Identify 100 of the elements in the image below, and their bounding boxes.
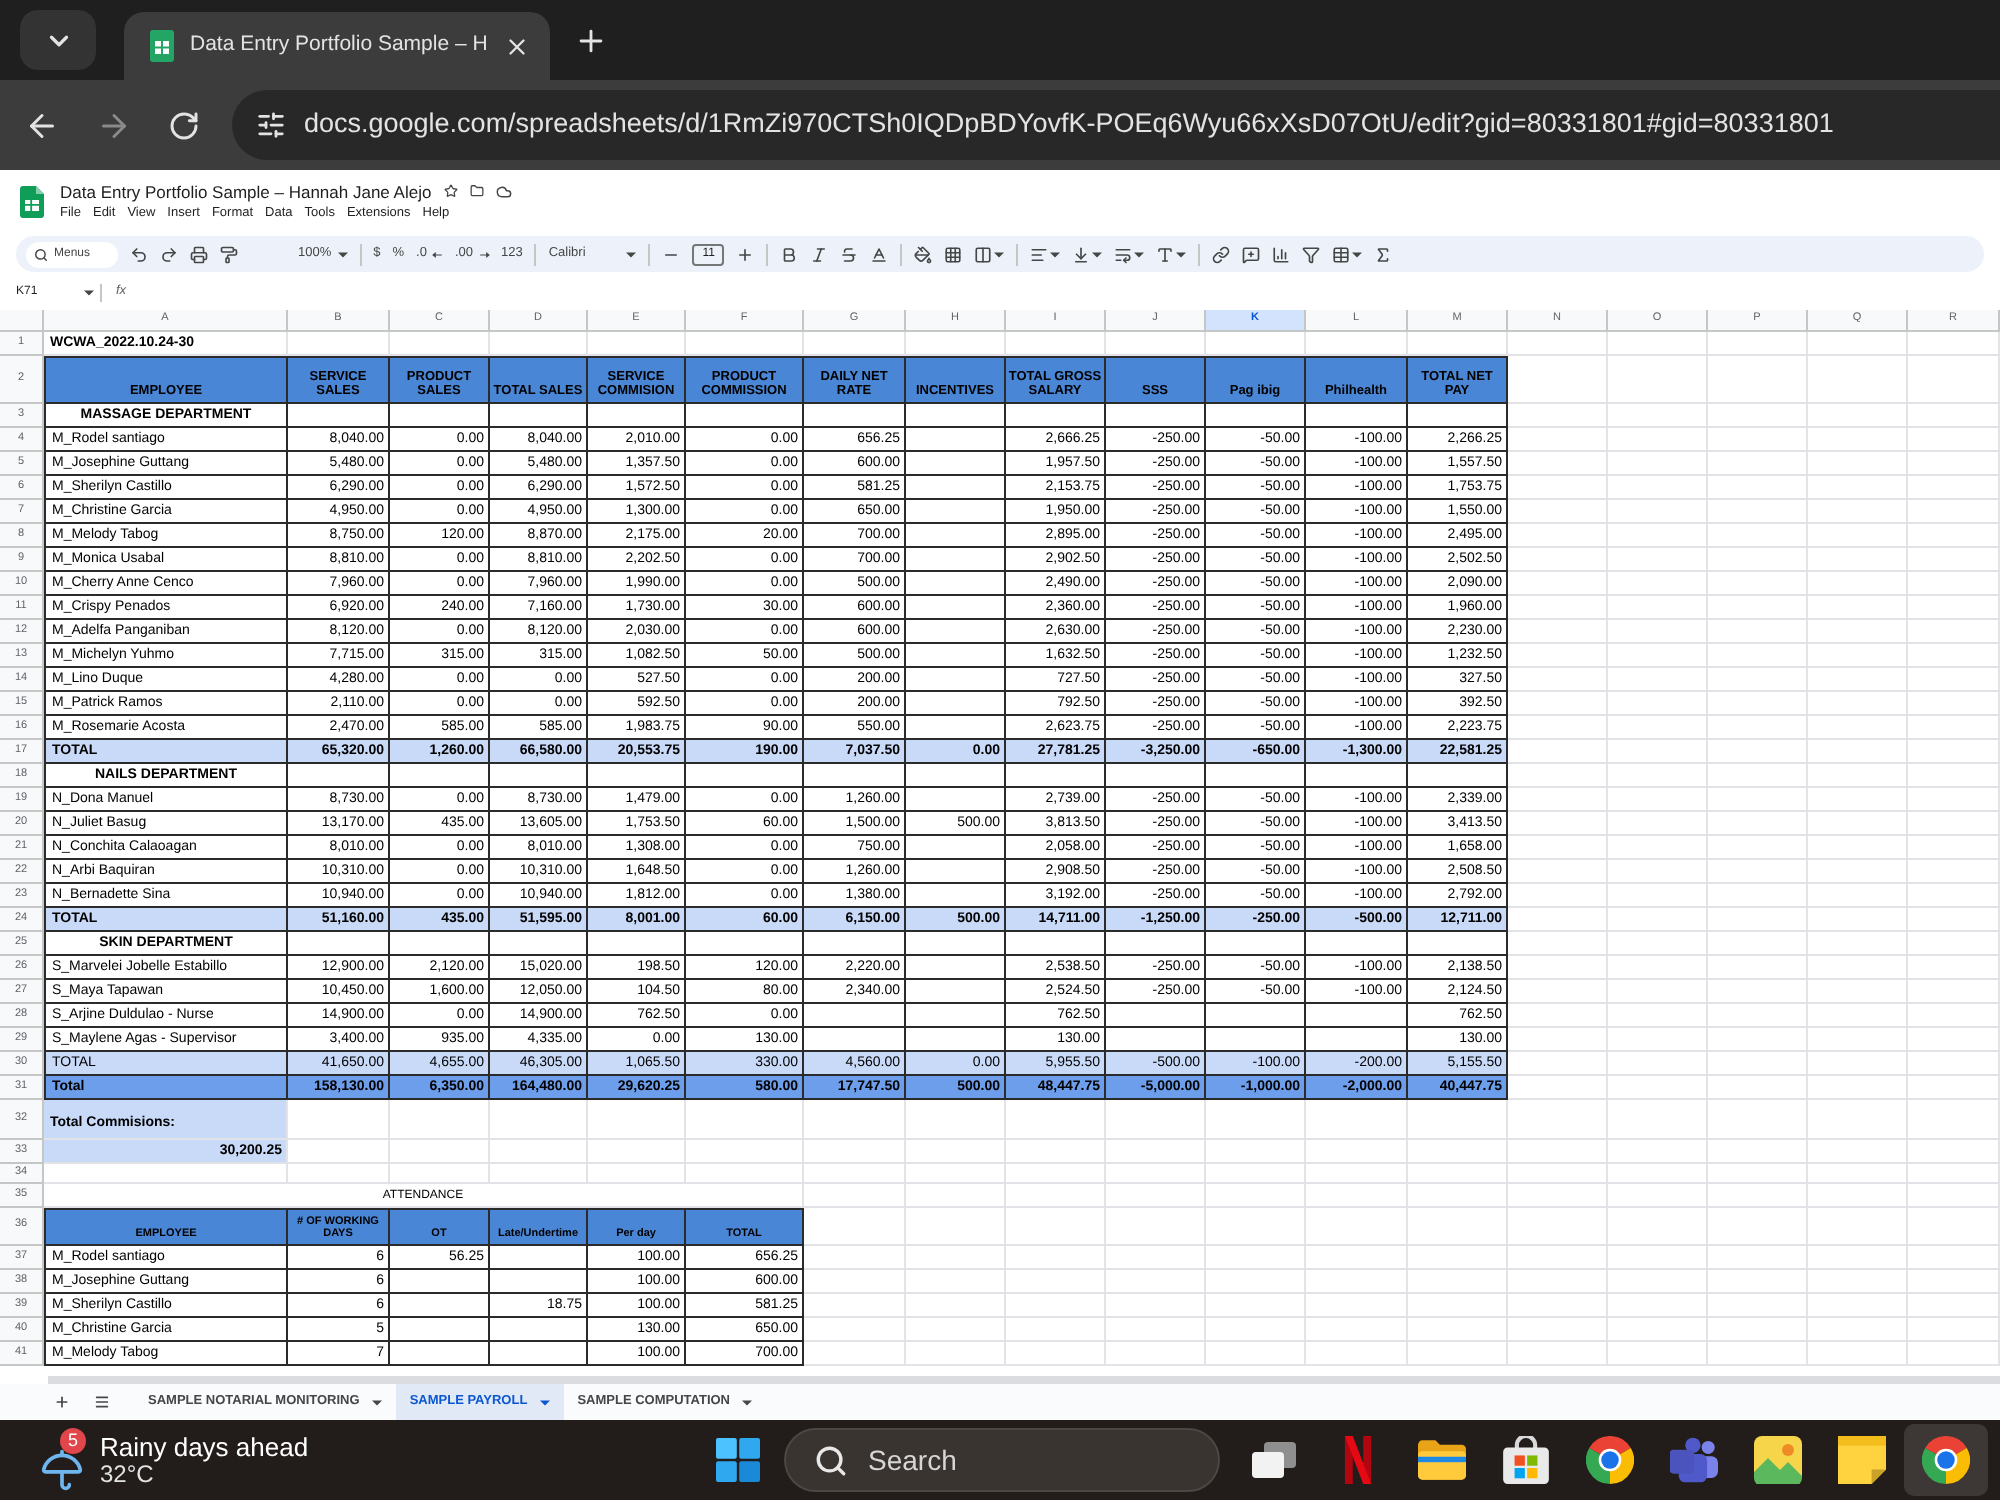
empty-cell [1608,644,1708,668]
empty-cell [1408,1184,1508,1208]
temperature[interactable]: 32°C [100,1462,309,1486]
empty-cell [906,500,1006,524]
empty-cell [1808,1140,1908,1164]
empty-cell [1908,1028,2000,1052]
empty-cell [1508,884,1608,908]
empty-cell [1708,620,1808,644]
empty-cell [1306,1004,1408,1028]
taskbar-app-button[interactable] [1904,1424,1988,1496]
empty-cell [1006,1246,1106,1270]
caret-icon [742,1399,752,1405]
empty-cell [906,836,1006,860]
empty-cell [1808,764,1908,788]
empty-cell [1808,596,1908,620]
four-squares-icon[interactable] [716,1438,760,1482]
empty-cell [686,1100,804,1140]
all-sheets-icon[interactable] [94,1394,110,1410]
picture-tile-icon [1754,1436,1802,1484]
empty-cell [1508,1318,1608,1342]
document-title[interactable]: Data Entry Portfolio Sample – Hannah Jane Alejo [60,183,432,200]
empty-cell [1106,404,1206,428]
empty-cell [1908,812,2000,836]
spreadsheet-logo-icon[interactable] [20,186,44,218]
empty-cell [1908,1140,2000,1164]
empty-cell [1608,476,1708,500]
empty-cell [1106,932,1206,956]
empty-cell [490,1140,588,1164]
increase-font-size-icon [736,245,755,263]
empty-cell [906,932,1006,956]
empty-cell [906,644,1006,668]
cloud-icon[interactable] [495,183,512,200]
empty-cell [1808,644,1908,668]
umbrella-icon[interactable] [40,1448,84,1492]
sticky-note-icon [1838,1436,1886,1484]
empty-cell [1106,1100,1206,1140]
empty-cell [804,1342,906,1366]
empty-cell [1408,1208,1508,1246]
empty-cell [804,1164,906,1184]
empty-cell [1206,1184,1306,1208]
empty-cell [1206,1246,1306,1270]
caret-icon [994,251,1005,257]
empty-cell [1908,1294,2000,1318]
overlapping-windows-icon [1250,1436,1298,1484]
empty-cell [1808,620,1908,644]
empty-cell [1306,1184,1408,1208]
empty-cell [1608,836,1708,860]
site-settings-icon[interactable] [256,110,286,140]
empty-cell [906,1004,1006,1028]
empty-cell [1608,1184,1708,1208]
fill-color-icon [914,245,933,263]
empty-cell [1708,884,1808,908]
text-wrapping-icon [1114,245,1133,263]
empty-cell [588,1140,686,1164]
folder-icon[interactable] [469,184,484,199]
empty-cell [804,1184,906,1208]
empty-cell [1908,1100,2000,1140]
empty-cell [1708,860,1808,884]
empty-cell [1708,404,1808,428]
empty-cell [1708,596,1808,620]
add-sheet-icon[interactable] [54,1394,70,1410]
empty-cell [1808,524,1908,548]
merge-cells-icon [974,245,993,263]
empty-cell [1808,1028,1908,1052]
empty-cell [1808,932,1908,956]
reload-icon[interactable] [168,109,200,141]
empty-cell [1808,1246,1908,1270]
empty-cell [1006,1140,1106,1164]
empty-cell [1708,740,1808,764]
empty-cell [288,932,390,956]
empty-cell [1508,1164,1608,1184]
star-icon[interactable] [443,184,458,199]
empty-cell [1608,452,1708,476]
empty-cell [906,1184,1006,1208]
browser-tab[interactable]: Data Entry Portfolio Sample – H [124,12,550,80]
empty-cell [490,932,588,956]
empty-cell [1708,1028,1808,1052]
undo-icon [130,245,148,263]
empty-cell [1608,548,1708,572]
empty-cell [1908,1246,2000,1270]
empty-cell [1708,1164,1808,1184]
empty-cell [1908,500,2000,524]
empty-cell [1408,1318,1508,1342]
empty-cell [1608,332,1708,356]
empty-cell [1006,1270,1106,1294]
empty-cell [1608,1294,1708,1318]
taskbar-search-field[interactable]: Search [784,1428,1220,1492]
address-bar[interactable]: docs.google.com/spreadsheets/d/1RmZi970CTSh0IQDpBDYovfK-POEq6Wyu66xXsD07OtU/edit?gid=80331801#gid=80331801 [232,90,2000,160]
empty-cell [686,764,804,788]
caret-icon [539,1399,550,1405]
empty-cell [1908,716,2000,740]
empty-cell [1608,1246,1708,1270]
empty-cell [1708,1208,1808,1246]
close-icon[interactable] [503,33,530,59]
weather-summary[interactable]: Rainy days ahead [100,1434,309,1460]
empty-cell [1708,332,1808,356]
empty-cell [1908,356,2000,404]
empty-cell [1808,860,1908,884]
empty-cell [1306,1246,1408,1270]
empty-cell [1408,404,1508,428]
